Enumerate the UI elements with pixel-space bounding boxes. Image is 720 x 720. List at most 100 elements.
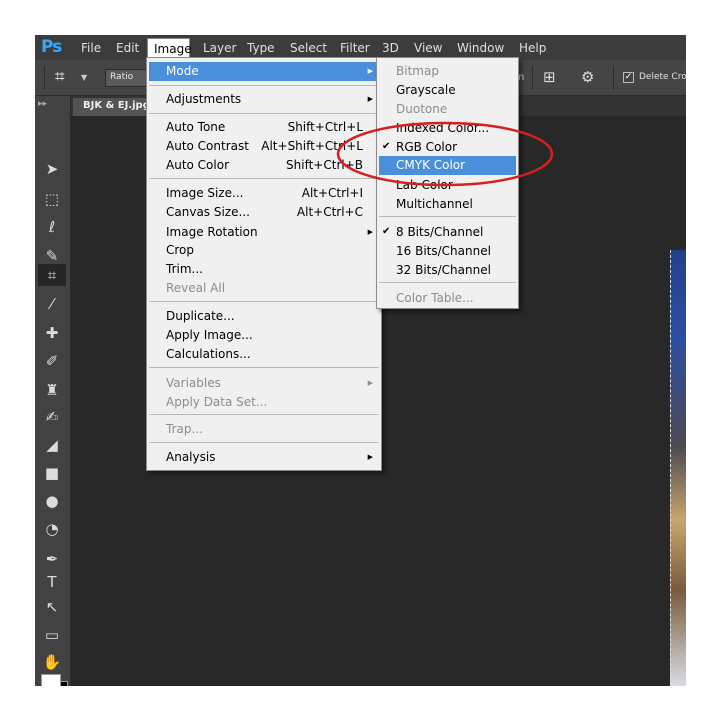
mode-item-grayscale[interactable]: Grayscale bbox=[379, 81, 516, 100]
healing-brush-tool-icon[interactable]: ✚ bbox=[38, 322, 66, 344]
menu-item-label: Calculations... bbox=[166, 347, 251, 361]
mode-item-8-bits[interactable]: ✔ 8 Bits/Channel bbox=[379, 223, 516, 242]
menu-select[interactable]: Select bbox=[290, 41, 327, 55]
tools-panel: ▸▸ ➤ ⬚ ℓ ✎ ⌗ ⁄ ✚ ✐ ♜ ✍ ◢ ■ ● ◔ ✒ T ↖ ▭ ✋… bbox=[35, 96, 71, 686]
menu-item-label: Bitmap bbox=[396, 64, 439, 78]
menu-item-variables[interactable]: Variables ▶ bbox=[149, 374, 379, 393]
mode-item-multichannel[interactable]: Multichannel bbox=[379, 195, 516, 214]
rectangle-tool-icon[interactable]: ▭ bbox=[38, 624, 66, 646]
hand-tool-icon[interactable]: ✋ bbox=[38, 651, 66, 673]
image-menu-dropdown: Mode ▶ Adjustments ▶ Auto Tone Shift+Ctrl+L… bbox=[146, 57, 382, 471]
chevron-down-icon[interactable]: ▼ bbox=[81, 73, 87, 82]
menu-item-auto-color[interactable]: Auto Color Shift+Ctrl+B bbox=[149, 156, 379, 175]
menu-separator bbox=[379, 216, 516, 217]
menu-item-shortcut: Shift+Ctrl+B bbox=[286, 158, 363, 172]
menu-separator bbox=[149, 178, 379, 179]
checkmark-icon: ✔ bbox=[382, 141, 391, 152]
blur-tool-icon[interactable]: ● bbox=[38, 490, 66, 512]
menu-item-label: Indexed Color... bbox=[396, 121, 490, 135]
crop-preset-icon[interactable]: ⌗ bbox=[55, 67, 65, 87]
menu-item-trap[interactable]: Trap... bbox=[149, 420, 379, 439]
photoshop-logo-icon: Ps bbox=[41, 37, 62, 57]
options-divider bbox=[532, 66, 533, 90]
menu-item-apply-image[interactable]: Apply Image... bbox=[149, 326, 379, 345]
eraser-tool-icon[interactable]: ◢ bbox=[38, 434, 66, 456]
document-tab[interactable]: BJK & EJ.jpg bbox=[73, 98, 150, 116]
clone-stamp-tool-icon[interactable]: ♜ bbox=[38, 379, 66, 401]
panel-collapse-icon[interactable]: ▸▸ bbox=[38, 99, 47, 109]
type-tool-icon[interactable]: T bbox=[38, 571, 66, 593]
mode-item-cmyk-color[interactable]: CMYK Color bbox=[379, 156, 516, 175]
brush-tool-icon[interactable]: ✐ bbox=[38, 350, 66, 372]
menu-3d[interactable]: 3D bbox=[382, 41, 399, 55]
submenu-arrow-icon: ▶ bbox=[367, 453, 373, 461]
mode-item-duotone[interactable]: Duotone bbox=[379, 100, 516, 119]
overlay-grid-icon[interactable]: ⊞ bbox=[543, 68, 556, 86]
menu-item-reveal-all[interactable]: Reveal All bbox=[149, 279, 379, 298]
menu-filter[interactable]: Filter bbox=[340, 41, 370, 55]
mode-item-16-bits[interactable]: 16 Bits/Channel bbox=[379, 242, 516, 261]
gear-icon[interactable]: ⚙ bbox=[581, 68, 594, 86]
menu-item-label: 8 Bits/Channel bbox=[396, 225, 484, 239]
options-divider bbox=[613, 66, 614, 90]
marquee-tool-icon[interactable]: ⬚ bbox=[38, 188, 66, 210]
mode-item-32-bits[interactable]: 32 Bits/Channel bbox=[379, 261, 516, 280]
menu-file[interactable]: File bbox=[81, 41, 101, 55]
mode-item-color-table[interactable]: Color Table... bbox=[379, 289, 516, 308]
menu-type[interactable]: Type bbox=[247, 41, 275, 55]
menu-edit[interactable]: Edit bbox=[116, 41, 139, 55]
menu-item-label: Image Size... bbox=[166, 186, 244, 200]
menu-item-trim[interactable]: Trim... bbox=[149, 260, 379, 279]
menu-item-analysis[interactable]: Analysis ▶ bbox=[149, 448, 379, 467]
pen-tool-icon[interactable]: ✒ bbox=[38, 548, 66, 570]
mode-item-lab-color[interactable]: Lab Color bbox=[379, 176, 516, 195]
menu-item-apply-data-set[interactable]: Apply Data Set... bbox=[149, 393, 379, 412]
submenu-arrow-icon: ▶ bbox=[367, 67, 373, 75]
menu-item-label: Image Rotation bbox=[166, 225, 258, 239]
menu-separator bbox=[149, 301, 379, 302]
move-tool-icon[interactable]: ➤ bbox=[38, 158, 66, 180]
menu-item-label: Auto Tone bbox=[166, 120, 226, 134]
ratio-dropdown[interactable]: Ratio bbox=[105, 69, 149, 87]
menu-item-canvas-size[interactable]: Canvas Size... Alt+Ctrl+C bbox=[149, 203, 379, 222]
menu-item-shortcut: Alt+Ctrl+I bbox=[301, 186, 363, 200]
menu-item-label: CMYK Color bbox=[396, 158, 466, 172]
menu-window[interactable]: Window bbox=[457, 41, 504, 55]
delete-cropped-checkbox[interactable]: ✓ bbox=[623, 72, 634, 83]
menu-separator bbox=[149, 85, 379, 86]
mode-item-bitmap[interactable]: Bitmap bbox=[379, 62, 516, 81]
dodge-tool-icon[interactable]: ◔ bbox=[38, 518, 66, 540]
menu-item-crop[interactable]: Crop bbox=[149, 241, 379, 260]
path-select-tool-icon[interactable]: ↖ bbox=[38, 596, 66, 618]
menu-item-label: RGB Color bbox=[396, 140, 458, 154]
menu-item-label: Canvas Size... bbox=[166, 205, 250, 219]
menu-item-label: Crop bbox=[166, 243, 195, 257]
menu-item-auto-contrast[interactable]: Auto Contrast Alt+Shift+Ctrl+L bbox=[149, 137, 379, 156]
delete-cropped-label: Delete Crop bbox=[639, 72, 686, 82]
menu-item-shortcut: Shift+Ctrl+L bbox=[287, 120, 363, 134]
mode-item-indexed-color[interactable]: Indexed Color... bbox=[379, 119, 516, 138]
menu-item-image-rotation[interactable]: Image Rotation ▶ bbox=[149, 223, 379, 242]
menu-item-auto-tone[interactable]: Auto Tone Shift+Ctrl+L bbox=[149, 118, 379, 137]
history-brush-tool-icon[interactable]: ✍ bbox=[38, 406, 66, 428]
crop-tool-icon[interactable]: ⌗ bbox=[38, 264, 66, 286]
eyedropper-tool-icon[interactable]: ⁄ bbox=[38, 293, 66, 315]
menu-item-mode[interactable]: Mode ▶ bbox=[149, 62, 379, 81]
mode-item-rgb-color[interactable]: ✔ RGB Color bbox=[379, 138, 516, 157]
menu-item-calculations[interactable]: Calculations... bbox=[149, 345, 379, 364]
menu-layer[interactable]: Layer bbox=[203, 41, 236, 55]
menu-item-label: Reveal All bbox=[166, 281, 226, 295]
lasso-tool-icon[interactable]: ℓ bbox=[38, 216, 66, 238]
document-title: BJK & EJ.jpg bbox=[83, 100, 150, 111]
menu-item-image-size[interactable]: Image Size... Alt+Ctrl+I bbox=[149, 184, 379, 203]
menu-item-duplicate[interactable]: Duplicate... bbox=[149, 307, 379, 326]
gradient-tool-icon[interactable]: ■ bbox=[38, 462, 66, 484]
menu-item-adjustments[interactable]: Adjustments ▶ bbox=[149, 90, 379, 109]
menu-view[interactable]: View bbox=[414, 41, 442, 55]
menu-item-label: Trap... bbox=[166, 422, 203, 436]
document-image[interactable] bbox=[670, 250, 686, 686]
menu-image-label: Image bbox=[154, 42, 192, 56]
menu-help[interactable]: Help bbox=[519, 41, 546, 55]
foreground-color-swatch[interactable] bbox=[41, 674, 61, 686]
submenu-arrow-icon: ▶ bbox=[367, 379, 373, 387]
